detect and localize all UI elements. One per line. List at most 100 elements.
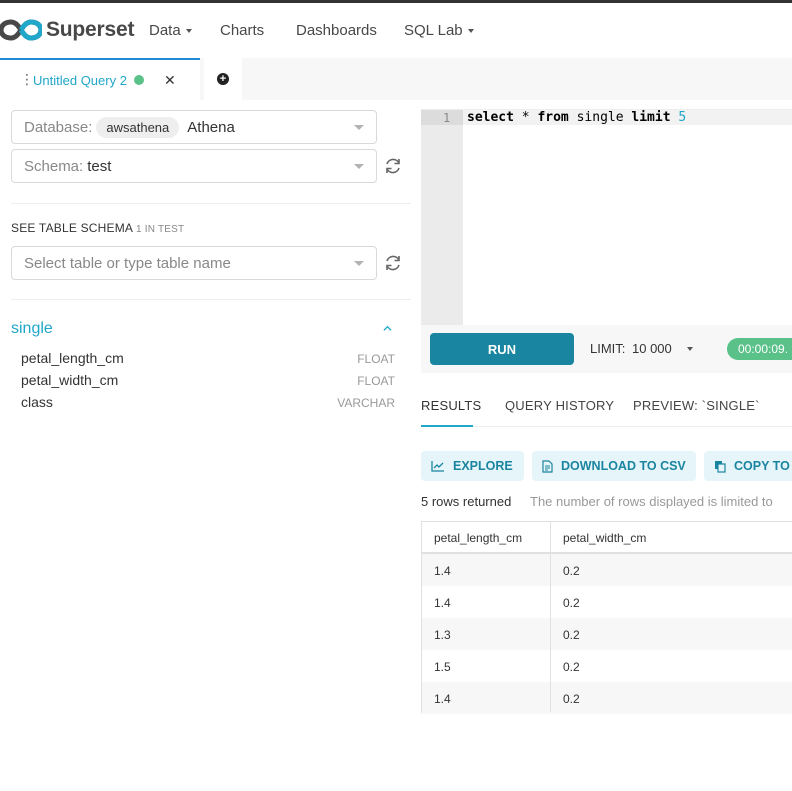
limit-label: LIMIT: [590,341,626,356]
table-cell: 1.4 [434,564,451,578]
run-toolbar: RUN LIMIT: 10 000 00:00:09. [421,325,792,373]
table-count: 1 IN TEST [136,224,185,235]
schema-select[interactable]: Schema: test [11,149,377,183]
column-type: VARCHAR [337,396,395,410]
database-select[interactable]: Database: awsathena Athena [11,110,377,144]
table-select[interactable]: Select table or type table name [11,246,377,280]
column-name: petal_width_cm [21,372,119,388]
nav-dashboards-label: Dashboards [296,22,377,39]
limit-dropdown[interactable]: 10 000 [632,341,672,356]
gutter-active-line [421,110,463,125]
nav-data[interactable]: Data [149,22,192,39]
caret-down-icon [467,28,474,33]
sql-keyword: from [537,110,569,125]
sql-text: single [568,110,632,125]
rows-limit-note: The number of rows displayed is limited … [530,494,773,509]
top-navbar: Superset Data Charts Dashboards SQL Lab [0,0,792,58]
line-chart-icon [431,461,444,472]
column-type: FLOAT [357,352,395,366]
sql-code[interactable]: select * from single limit 5 [467,110,686,125]
explore-label: EXPLORE [453,459,513,473]
nav-sql-lab-label: SQL Lab [404,22,463,39]
tab-query-history[interactable]: QUERY HISTORY [505,398,614,413]
sql-text: 5 [670,110,687,125]
table-name[interactable]: single [11,320,53,338]
copy-label: COPY TO C [734,459,792,473]
chevron-down-icon [354,261,364,266]
nav-charts[interactable]: Charts [220,22,264,39]
table-column-row: petal_length_cm FLOAT [21,350,395,370]
tab-preview-single[interactable]: PREVIEW: `SINGLE` [633,398,760,413]
table-header-row: petal_length_cm petal_width_cm [422,522,792,554]
run-button[interactable]: RUN [430,333,574,365]
table-cell: 0.2 [563,628,580,642]
table-column-row: petal_width_cm FLOAT [21,372,395,392]
superset-logo-icon [0,19,42,41]
line-number: 1 [443,111,451,125]
add-tab-button[interactable]: + [204,58,242,100]
sql-keyword: select [467,110,514,125]
superset-logo[interactable]: Superset [0,15,134,45]
download-csv-label: DOWNLOAD TO CSV [561,459,686,473]
plus-circle-icon: + [217,73,229,85]
results-table: petal_length_cm petal_width_cm 1.4 0.2 1… [421,521,792,714]
database-label: Database: [24,118,93,136]
copy-to-clipboard-button[interactable]: COPY TO C [704,451,792,481]
table-select-placeholder: Select table or type table name [24,254,231,272]
sql-editor[interactable]: 1 select * from single limit 5 [421,109,792,326]
explore-button[interactable]: EXPLORE [421,451,524,481]
column-header[interactable]: petal_length_cm [434,531,522,545]
caret-down-icon[interactable] [687,347,693,351]
query-status-dot [134,75,144,85]
chevron-down-icon [354,125,364,130]
table-cell: 0.2 [563,660,580,674]
table-cell: 0.2 [563,692,580,706]
caret-down-icon [185,28,192,33]
column-name: petal_length_cm [21,350,124,366]
table-cell: 1.5 [434,660,451,674]
refresh-schema-icon[interactable] [383,156,403,176]
editor-gutter: 1 [421,110,463,326]
database-backend-chip: awsathena [96,116,180,138]
table-cell: 1.4 [434,596,451,610]
chevron-down-icon [354,164,364,169]
file-text-icon [542,459,553,473]
sql-text: * [513,110,538,125]
nav-sql-lab[interactable]: SQL Lab [404,22,474,39]
see-table-schema-label: SEE TABLE SCHEMA [11,221,133,235]
table-row: 1.3 0.2 [422,618,792,650]
column-header[interactable]: petal_width_cm [563,531,646,545]
tabs-border [421,426,792,427]
nav-dashboards[interactable]: Dashboards [296,22,377,39]
tab-menu-icon[interactable]: ⋮ [20,72,34,86]
query-tabs: ⋮ Untitled Query 2 ✕ + [0,58,792,100]
active-tab-indicator [421,425,473,427]
schema-label: Schema: [24,157,84,175]
table-row: 1.4 0.2 [422,586,792,618]
column-type: FLOAT [357,374,395,388]
query-tab-active[interactable]: ⋮ Untitled Query 2 ✕ [0,58,200,100]
column-divider [550,522,551,712]
nav-data-label: Data [149,22,181,39]
see-table-schema-heading: SEE TABLE SCHEMA 1 IN TEST [11,221,184,235]
close-icon[interactable]: ✕ [164,72,176,89]
divider [11,203,411,204]
brand-name: Superset [46,18,135,41]
sql-keyword: limit [631,110,671,125]
divider [11,299,411,300]
table-cell: 0.2 [563,596,580,610]
table-row: 1.5 0.2 [422,650,792,682]
rows-returned: 5 rows returned [421,494,512,509]
copy-icon [715,460,726,473]
refresh-tables-icon[interactable] [383,253,403,273]
tab-results[interactable]: RESULTS [421,398,481,413]
download-csv-button[interactable]: DOWNLOAD TO CSV [532,451,696,481]
table-cell: 1.4 [434,692,451,706]
schema-value: test [87,157,112,175]
chevron-up-icon[interactable] [383,324,392,333]
database-value: Athena [187,118,235,136]
nav-charts-label: Charts [220,22,265,39]
table-cell: 0.2 [563,564,580,578]
table-row: 1.4 0.2 [422,682,792,714]
query-timer: 00:00:09. [727,338,792,360]
